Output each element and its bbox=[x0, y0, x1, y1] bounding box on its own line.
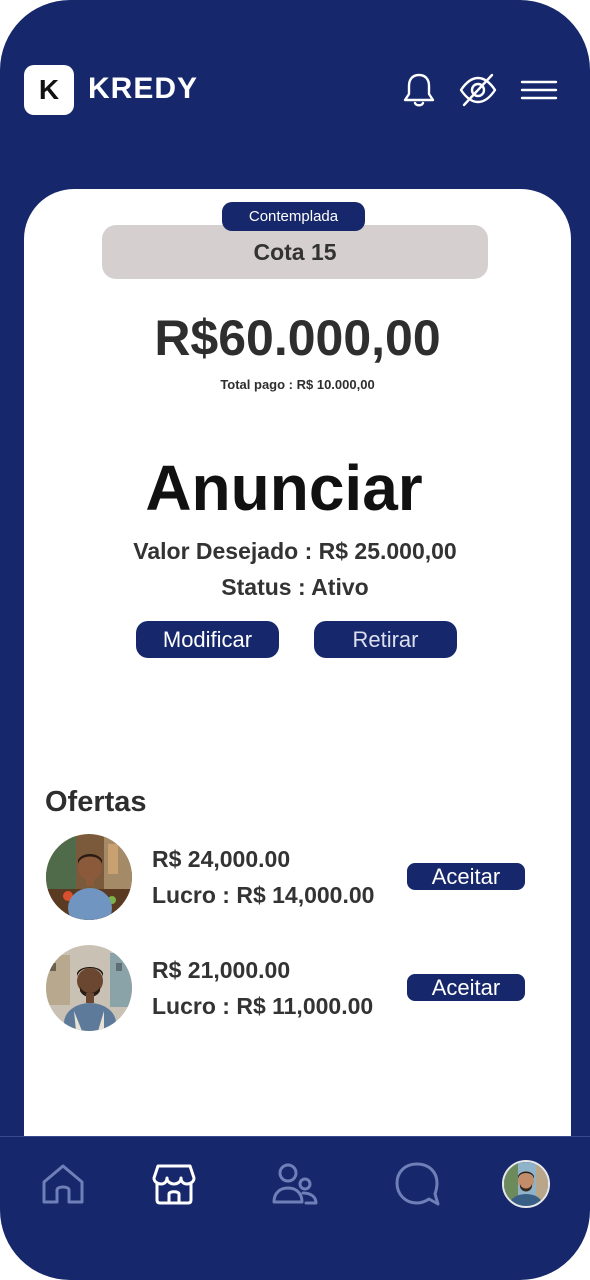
quota-label: Cota 15 bbox=[102, 225, 488, 279]
users-icon[interactable] bbox=[271, 1160, 319, 1208]
accept-offer-button[interactable]: Aceitar bbox=[407, 863, 525, 890]
offer-item: R$ 24,000.00 Lucro : R$ 14,000.00 Aceita… bbox=[24, 834, 571, 924]
accept-offer-button[interactable]: Aceitar bbox=[407, 974, 525, 1001]
brand-name: KREDY bbox=[88, 72, 199, 105]
offer-profit: Lucro : R$ 11,000.00 bbox=[152, 993, 374, 1019]
chat-icon[interactable] bbox=[393, 1160, 441, 1208]
quota-card: Cota 15 Contemplada R$60.000,00 Total pa… bbox=[24, 189, 571, 1136]
nav-divider bbox=[0, 1136, 590, 1137]
offer-value: R$ 21,000.00 bbox=[152, 957, 291, 983]
modify-button[interactable]: Modificar bbox=[136, 621, 279, 658]
home-icon[interactable] bbox=[39, 1160, 87, 1208]
announce-title: Anunciar bbox=[145, 452, 423, 524]
profile-avatar[interactable] bbox=[502, 1160, 550, 1208]
offer-item: R$ 21,000.00 Lucro : R$ 11,000.00 Aceita… bbox=[24, 945, 571, 1035]
store-icon[interactable] bbox=[150, 1160, 198, 1208]
offer-profit: Lucro : R$ 14,000.00 bbox=[152, 882, 375, 908]
quota-amount: R$60.000,00 bbox=[154, 310, 441, 366]
offer-avatar bbox=[46, 834, 132, 920]
withdraw-button[interactable]: Retirar bbox=[314, 621, 457, 658]
offer-value: R$ 24,000.00 bbox=[152, 846, 291, 872]
offers-heading: Ofertas bbox=[45, 786, 147, 818]
app-screen: K KREDY Cota 15 Contemplada R$60.000,00 … bbox=[0, 0, 590, 1280]
bell-icon[interactable] bbox=[399, 70, 439, 110]
offer-avatar bbox=[46, 945, 132, 1031]
logo-mark: K bbox=[24, 65, 74, 115]
total-paid: Total pago : R$ 10.000,00 bbox=[220, 377, 375, 392]
eye-off-icon[interactable] bbox=[458, 70, 498, 110]
desired-value: Valor Desejado : R$ 25.000,00 bbox=[133, 538, 457, 564]
status-badge: Contemplada bbox=[222, 202, 365, 231]
menu-icon[interactable] bbox=[519, 70, 559, 110]
announce-status: Status : Ativo bbox=[221, 574, 369, 600]
